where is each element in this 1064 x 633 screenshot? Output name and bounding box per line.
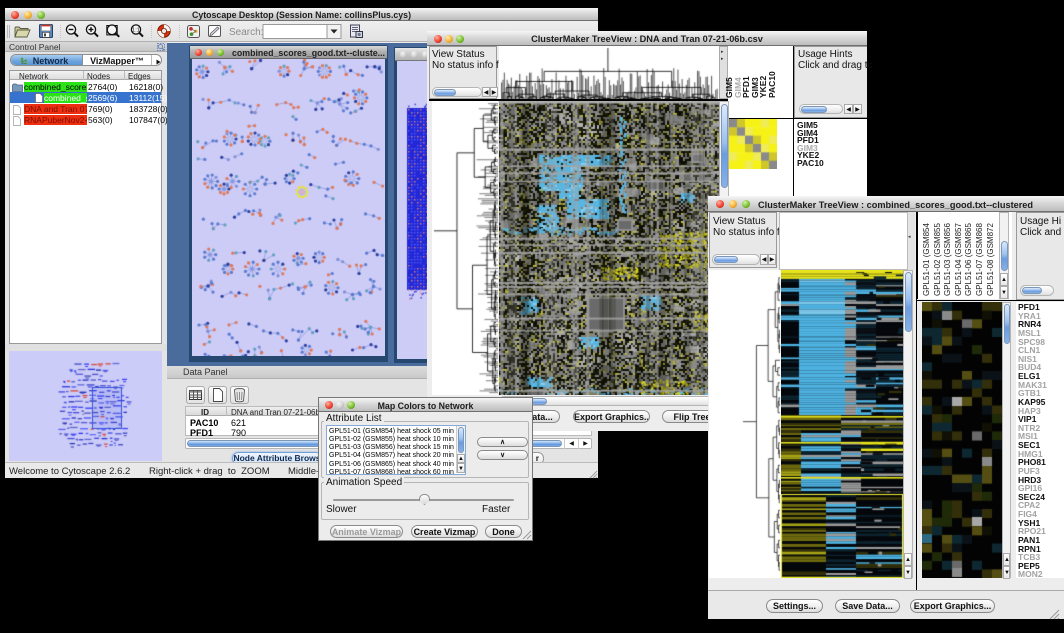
svg-text:Search:: Search: bbox=[229, 27, 263, 38]
svg-text:1:1: 1:1 bbox=[132, 28, 140, 34]
